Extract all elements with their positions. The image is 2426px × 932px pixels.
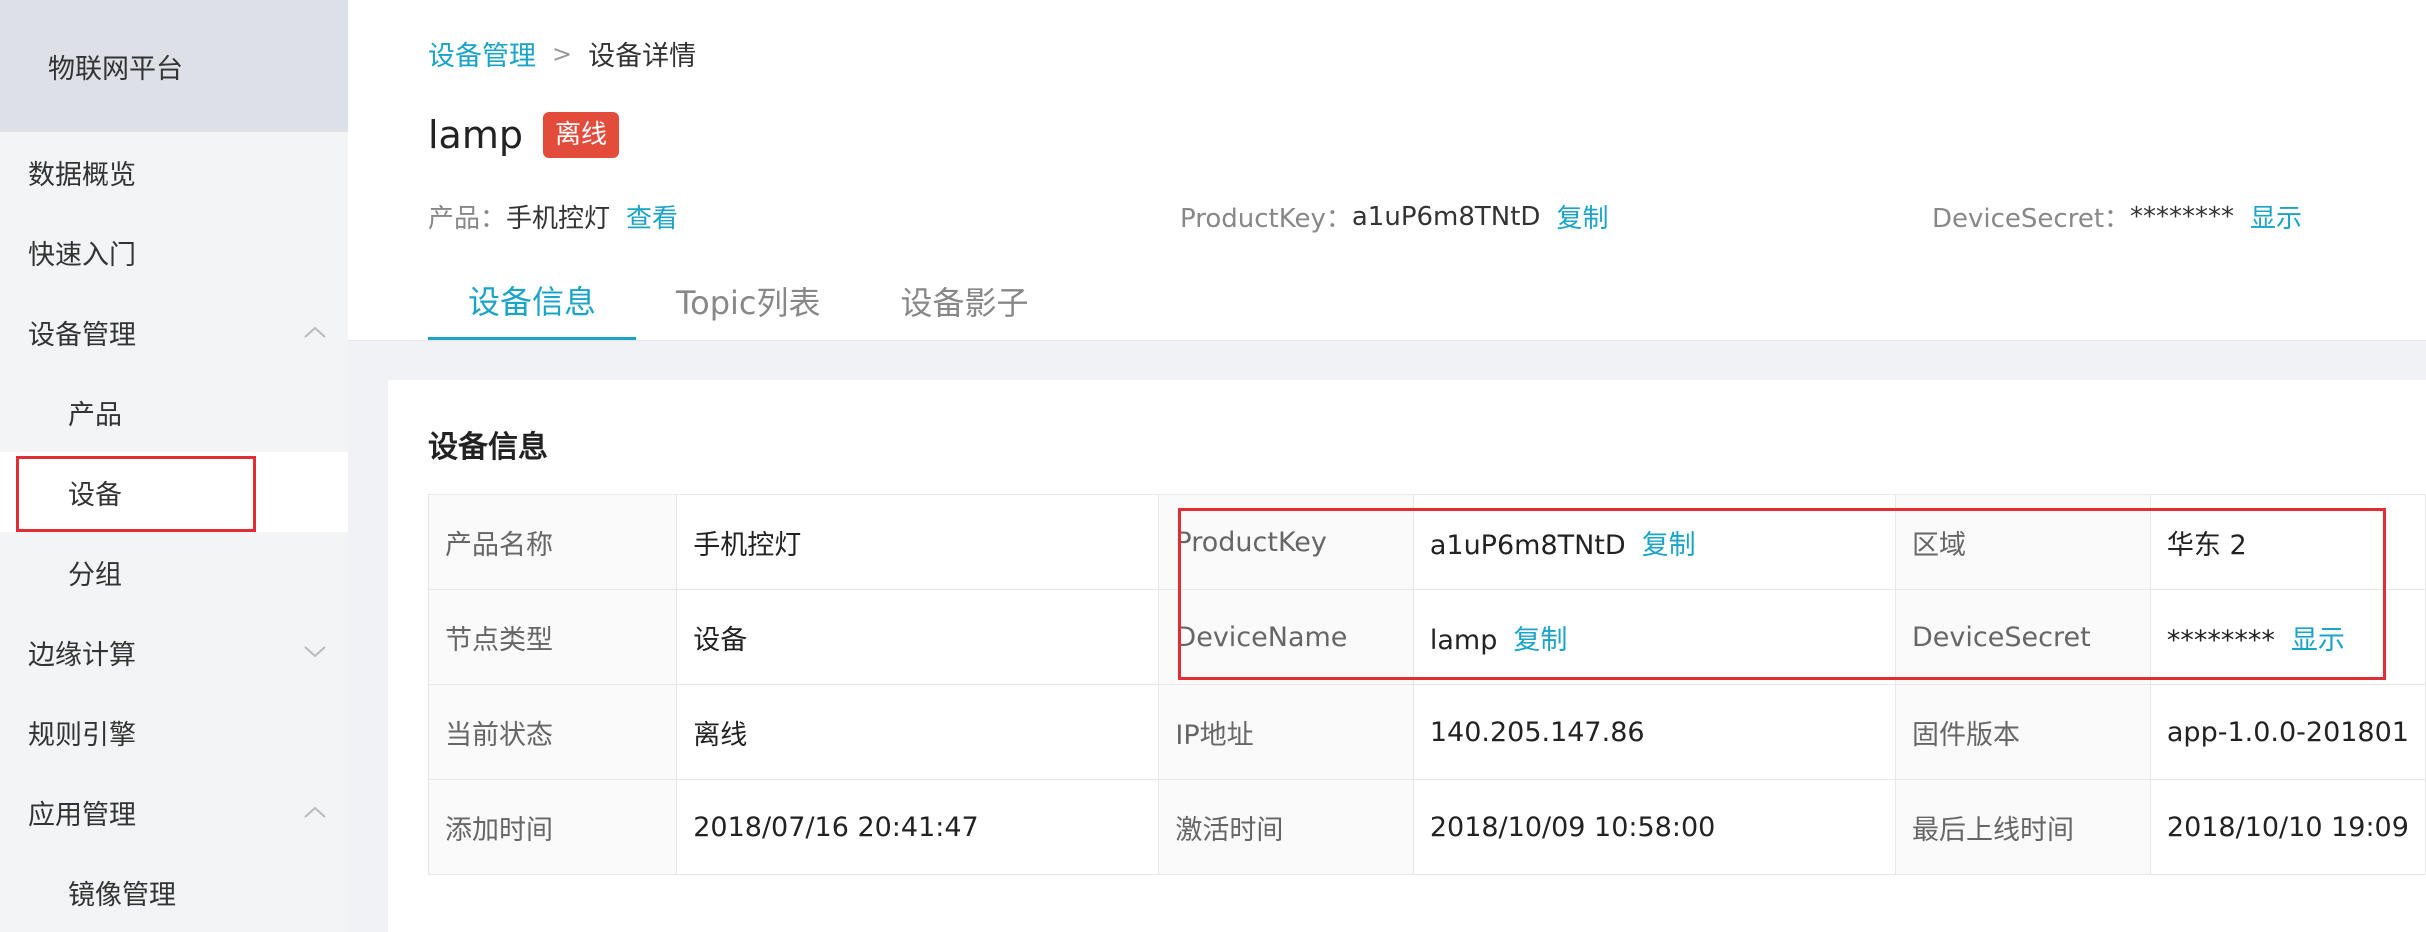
field-label: 激活时间 <box>1158 779 1414 875</box>
nav-label: 数据概览 <box>28 159 136 191</box>
field-label: ProductKey <box>1158 494 1414 590</box>
field-label: IP地址 <box>1158 684 1414 780</box>
nav-label: 快速入门 <box>28 239 136 271</box>
nav-item-device-management[interactable]: 设备管理 <box>0 292 348 372</box>
meta-devicesecret: DeviceSecret： ******** 显示 <box>1932 198 2302 235</box>
field-value: lamp <box>1429 624 1498 656</box>
table-row: 产品名称 手机控灯 ProductKey a1uP6m8TNtD 复制 区域 华东… <box>427 494 2426 590</box>
copy-productkey-link[interactable]: 复制 <box>1642 530 1696 561</box>
field-value: 离线 <box>676 684 1160 780</box>
meta-product: 产品： 手机控灯 查看 <box>428 198 678 235</box>
field-value: 设备 <box>676 589 1160 685</box>
meta-label: ProductKey： <box>1180 204 1352 234</box>
meta-value: a1uP6m8TNtD <box>1351 201 1541 232</box>
nav-item-group[interactable]: 分组 <box>0 532 348 612</box>
field-value: 2018/10/09 10:58:00 <box>1412 779 1897 875</box>
device-info-table: 产品名称 手机控灯 ProductKey a1uP6m8TNtD 复制 区域 华东… <box>427 494 2426 875</box>
table-row: 节点类型 设备 DeviceName lamp 复制 DeviceSecret *… <box>427 589 2426 685</box>
show-secret-link[interactable]: 显示 <box>2291 625 2345 656</box>
chevron-up-icon <box>302 319 328 345</box>
breadcrumb-link-device-management[interactable]: 设备管理 <box>428 34 536 73</box>
nav-label: 分组 <box>68 559 122 591</box>
field-value: 140.205.147.86 <box>1412 684 1897 780</box>
breadcrumb: 设备管理 > 设备详情 <box>428 34 696 73</box>
tab-bar: 设备信息 Topic列表 设备影子 <box>428 262 1069 340</box>
table-row: 添加时间 2018/07/16 20:41:47 激活时间 2018/10/09… <box>427 779 2426 875</box>
field-label: 固件版本 <box>1895 684 2151 780</box>
tab-device-info[interactable]: 设备信息 <box>428 262 637 340</box>
page-header: 设备管理 > 设备详情 lamp 离线 产品： 手机控灯 查看 ProductK… <box>348 0 2426 341</box>
field-value: a1uP6m8TNtD <box>1429 529 1626 561</box>
nav-label: 应用管理 <box>28 799 136 831</box>
field-label: DeviceSecret <box>1895 589 2151 685</box>
field-value: 2018/07/16 20:41:47 <box>676 779 1160 875</box>
show-secret-link[interactable]: 显示 <box>2250 198 2302 235</box>
field-label: 最后上线时间 <box>1895 779 2151 875</box>
nav-label: 镜像管理 <box>68 879 176 911</box>
meta-productkey: ProductKey： a1uP6m8TNtD 复制 <box>1180 198 1608 235</box>
chevron-up-icon <box>302 799 328 825</box>
tab-device-shadow[interactable]: 设备影子 <box>861 262 1069 340</box>
tab-topic-list[interactable]: Topic列表 <box>636 262 861 340</box>
nav-label: 规则引擎 <box>28 719 136 751</box>
field-label: 添加时间 <box>427 779 678 875</box>
breadcrumb-separator-icon: > <box>552 39 573 68</box>
card-title: 设备信息 <box>428 430 548 465</box>
meta-value: ******** <box>2130 201 2235 232</box>
brand-title: 物联网平台 <box>0 0 348 132</box>
table-row: 当前状态 离线 IP地址 140.205.147.86 固件版本 app-1.0… <box>427 684 2426 780</box>
nav-label: 产品 <box>68 399 122 431</box>
field-value: ******** <box>2166 624 2275 656</box>
field-label: 当前状态 <box>427 684 678 780</box>
nav-item-image-management[interactable]: 镜像管理 <box>0 852 348 932</box>
field-value-cell: a1uP6m8TNtD 复制 <box>1412 494 1897 590</box>
meta-value: 手机控灯 <box>506 204 611 234</box>
title-row: lamp 离线 <box>428 112 619 158</box>
page-title: lamp <box>428 113 523 157</box>
field-label: 区域 <box>1895 494 2151 590</box>
nav-item-device[interactable]: 设备 <box>0 452 348 532</box>
status-badge: 离线 <box>542 112 619 158</box>
field-label: 节点类型 <box>427 589 678 685</box>
device-info-card: 设备信息 产品名称 手机控灯 ProductKey a1uP6m8TNtD 复制 … <box>388 380 2426 932</box>
nav-item-data-overview[interactable]: 数据概览 <box>0 132 348 212</box>
meta-label: 产品： <box>428 204 507 234</box>
nav-label: 设备管理 <box>28 319 136 351</box>
chevron-down-icon <box>302 639 328 665</box>
field-label: DeviceName <box>1158 589 1414 685</box>
field-value: app-1.0.0-201801 <box>2149 684 2426 780</box>
breadcrumb-current: 设备详情 <box>588 41 697 72</box>
nav-item-quick-start[interactable]: 快速入门 <box>0 212 348 292</box>
copy-productkey-link[interactable]: 复制 <box>1556 198 1608 235</box>
copy-devicename-link[interactable]: 复制 <box>1513 625 1567 656</box>
field-label: 产品名称 <box>427 494 678 590</box>
field-value: 华东 2 <box>2149 494 2426 590</box>
nav-label: 边缘计算 <box>28 639 136 671</box>
view-product-link[interactable]: 查看 <box>626 198 678 235</box>
field-value-cell: lamp 复制 <box>1412 589 1897 685</box>
field-value: 2018/10/10 19:09 <box>2149 779 2426 875</box>
nav-item-edge-computing[interactable]: 边缘计算 <box>0 612 348 692</box>
meta-label: DeviceSecret： <box>1932 204 2131 234</box>
nav-item-app-management[interactable]: 应用管理 <box>0 772 348 852</box>
nav-item-product[interactable]: 产品 <box>0 372 348 452</box>
field-value-cell: ******** 显示 <box>2149 589 2426 685</box>
field-value: 手机控灯 <box>676 494 1160 590</box>
nav-label: 设备 <box>68 479 122 511</box>
nav-item-rules-engine[interactable]: 规则引擎 <box>0 692 348 772</box>
sidebar: 物联网平台 数据概览 快速入门 设备管理 产品 设备 分组 边缘计算 规则引擎 … <box>0 0 348 932</box>
